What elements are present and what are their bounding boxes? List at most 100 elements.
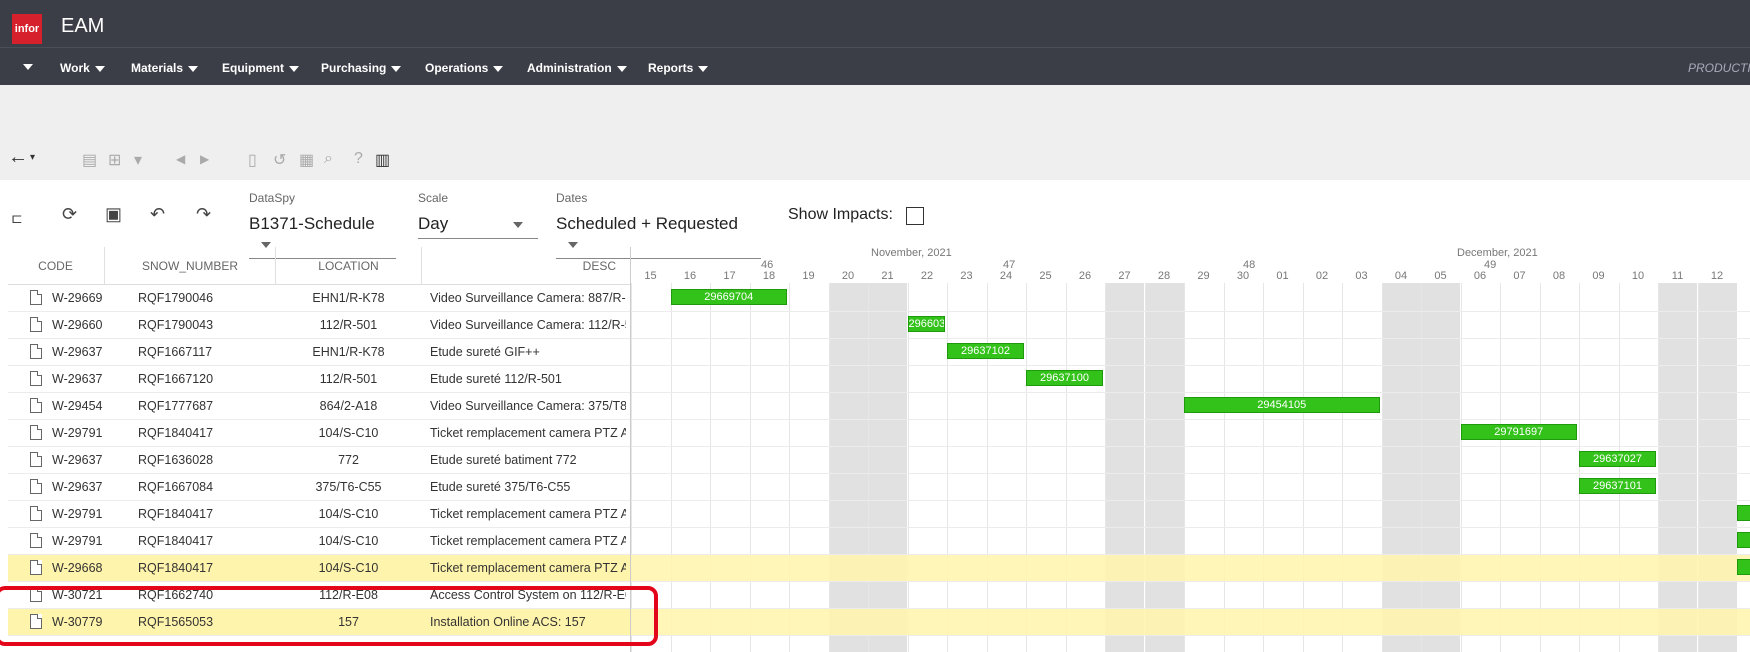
gantt-month-label: November, 2021 xyxy=(871,247,952,259)
gantt-task-bar[interactable]: 29660390 xyxy=(907,316,945,332)
logo-text: infor xyxy=(14,23,40,35)
gantt-week-label: 48 xyxy=(1243,259,1256,271)
document-icon[interactable] xyxy=(30,479,42,494)
gantt-task-bar[interactable]: 29637027 xyxy=(1579,451,1656,467)
table-row[interactable]: W-29791 RQF1840417 104/S-C10 Ticket remplac… xyxy=(8,501,630,528)
cell-desc: Etude sureté batiment 772 xyxy=(430,453,577,467)
gantt-task-bar[interactable]: 29669704 xyxy=(670,289,787,305)
gantt-task-bar[interactable]: 29791697 xyxy=(1460,424,1577,440)
table-row[interactable]: W-29454 RQF1777687 864/2-A18 Video Surveill… xyxy=(8,393,630,420)
document-icon[interactable] xyxy=(30,533,42,548)
nav-reports[interactable]: Reports xyxy=(648,61,709,75)
table-row[interactable]: W-29669 RQF1790046 EHN1/R-K78 Video Surveil… xyxy=(8,285,630,312)
infor-logo[interactable]: infor xyxy=(12,14,42,44)
document-icon[interactable] xyxy=(30,452,42,467)
dates-label: Dates xyxy=(556,191,588,205)
show-impacts-checkbox[interactable] xyxy=(906,207,924,225)
document-icon[interactable] xyxy=(30,290,42,305)
table-row[interactable]: W-29637 RQF1667084 375/T6-C55 Etude sureté … xyxy=(8,474,630,501)
next-record-icon[interactable]: ▶ xyxy=(200,152,209,166)
cell-code: W-29637 xyxy=(52,453,103,467)
dataspy-value: B1371-Schedule xyxy=(249,214,375,233)
previous-record-icon[interactable]: ◀ xyxy=(176,152,185,166)
show-impacts-label: Show Impacts: xyxy=(788,206,893,223)
table-row[interactable]: W-29668 RQF1840417 104/S-C10 Ticket remplac… xyxy=(8,555,630,582)
undo-arrow-icon[interactable]: ↶ xyxy=(150,204,165,225)
hierarchy-icon[interactable]: ⊏ xyxy=(11,210,23,227)
gantt-task-bar[interactable]: 29637101 xyxy=(1579,478,1656,494)
chevron-down-icon xyxy=(188,65,199,72)
help-icon[interactable]: ? xyxy=(354,150,363,168)
print-icon[interactable]: ▦ xyxy=(299,150,314,170)
column-header-location[interactable]: LOCATION xyxy=(276,259,421,273)
gantt-row-divider xyxy=(631,500,1750,501)
table-row[interactable]: W-29637 RQF1667117 EHN1/R-K78 Etude sureté … xyxy=(8,339,630,366)
gantt-task-bar[interactable] xyxy=(1737,559,1750,575)
document-icon[interactable] xyxy=(30,398,42,413)
gantt-day-label: 22 xyxy=(920,270,934,282)
nav-administration[interactable]: Administration xyxy=(527,61,627,75)
gantt-chart[interactable]: 15 16 17 18 19 20 21 22 23 24 25 26 27 28 29 30 01 02 03 04… xyxy=(630,247,1750,652)
document-icon[interactable] xyxy=(30,344,42,359)
cell-code: W-29791 xyxy=(52,426,103,440)
column-header-code[interactable]: CODE xyxy=(8,259,103,273)
gantt-task-bar[interactable]: 29637102 xyxy=(947,343,1024,359)
cell-desc: Etude sureté 375/T6-C55 xyxy=(430,480,571,494)
copy-record-icon[interactable]: ▯ xyxy=(248,150,257,170)
document-icon[interactable] xyxy=(30,425,42,440)
back-arrow-icon[interactable]: ← xyxy=(8,146,28,169)
gantt-day-label: 29 xyxy=(1197,270,1210,282)
cell-desc: Ticket remplacement camera PTZ AXIS xyxy=(430,561,626,575)
cell-desc: Video Surveillance Camera: 887/R-K78 xyxy=(430,291,626,305)
scale-select[interactable]: Day xyxy=(418,214,538,239)
gantt-task-bar[interactable] xyxy=(1737,505,1750,521)
nav-purchasing[interactable]: Purchasing xyxy=(321,61,402,75)
gantt-task-bar[interactable] xyxy=(1737,532,1750,548)
table-row[interactable]: W-29637 RQF1636028 772 Etude sureté batimen… xyxy=(8,447,630,474)
save-icon[interactable]: ▣ xyxy=(105,204,122,225)
save-record-icon[interactable]: ▤ xyxy=(82,150,97,170)
refresh-icon[interactable]: ⟳ xyxy=(62,204,77,225)
cell-snow-number: RQF1840417 xyxy=(138,561,214,575)
delete-icon[interactable]: ▾ xyxy=(134,150,142,170)
nav-operations[interactable]: Operations xyxy=(425,61,504,75)
gantt-day-label: 30 xyxy=(1236,270,1250,282)
gantt-week-label: 47 xyxy=(1003,259,1016,271)
table-row[interactable]: W-29637 RQF1667120 112/R-501 Etude sureté 1… xyxy=(8,366,630,393)
book-icon[interactable]: ▥ xyxy=(375,150,390,170)
cell-location: 375/T6-C55 xyxy=(315,480,382,494)
gantt-day-label: 04 xyxy=(1394,270,1408,282)
gantt-row-highlight xyxy=(631,555,1750,582)
document-icon[interactable] xyxy=(30,371,42,386)
gantt-task-bar[interactable]: 29454105 xyxy=(1184,397,1380,413)
nav-menu-toggle-icon[interactable] xyxy=(23,64,33,70)
cell-desc: Video Surveillance Camera: 375/T8-I xyxy=(430,399,626,413)
undo-icon[interactable]: ↺ xyxy=(273,150,286,170)
gantt-week-label: 46 xyxy=(761,259,774,271)
chevron-down-icon xyxy=(289,65,299,72)
gantt-row-divider xyxy=(631,365,1750,366)
nav-work[interactable]: Work xyxy=(60,61,105,75)
cell-snow-number: RQF1840417 xyxy=(138,507,214,521)
column-header-desc[interactable]: DESC xyxy=(422,259,622,273)
redo-arrow-icon[interactable]: ↷ xyxy=(196,204,211,225)
gantt-task-bar[interactable]: 29637100 xyxy=(1026,370,1103,386)
dates-value: Scheduled + Requested xyxy=(556,214,738,233)
nav-equipment[interactable]: Equipment xyxy=(222,61,299,75)
new-record-icon[interactable]: ⊞ xyxy=(108,150,121,170)
nav-materials[interactable]: Materials xyxy=(131,61,199,75)
preview-icon[interactable]: ⌕ xyxy=(324,150,333,168)
document-icon[interactable] xyxy=(30,560,42,575)
cell-location: 112/R-501 xyxy=(319,372,378,386)
cell-snow-number: RQF1790046 xyxy=(138,291,214,305)
back-menu-chevron-icon[interactable]: ▾ xyxy=(30,152,35,163)
chevron-down-icon xyxy=(512,221,523,228)
table-row[interactable]: W-29660 RQF1790043 112/R-501 Video Surveill… xyxy=(8,312,630,339)
gantt-day-label: 18 xyxy=(762,270,776,282)
table-row[interactable]: W-29791 RQF1840417 104/S-C10 Ticket remplac… xyxy=(8,528,630,555)
dataspy-label: DataSpy xyxy=(249,191,296,205)
document-icon[interactable] xyxy=(30,317,42,332)
document-icon[interactable] xyxy=(30,506,42,521)
column-header-snow-number[interactable]: SNOW_NUMBER xyxy=(105,259,275,273)
table-row[interactable]: W-29791 RQF1840417 104/S-C10 Ticket remplac… xyxy=(8,420,630,447)
